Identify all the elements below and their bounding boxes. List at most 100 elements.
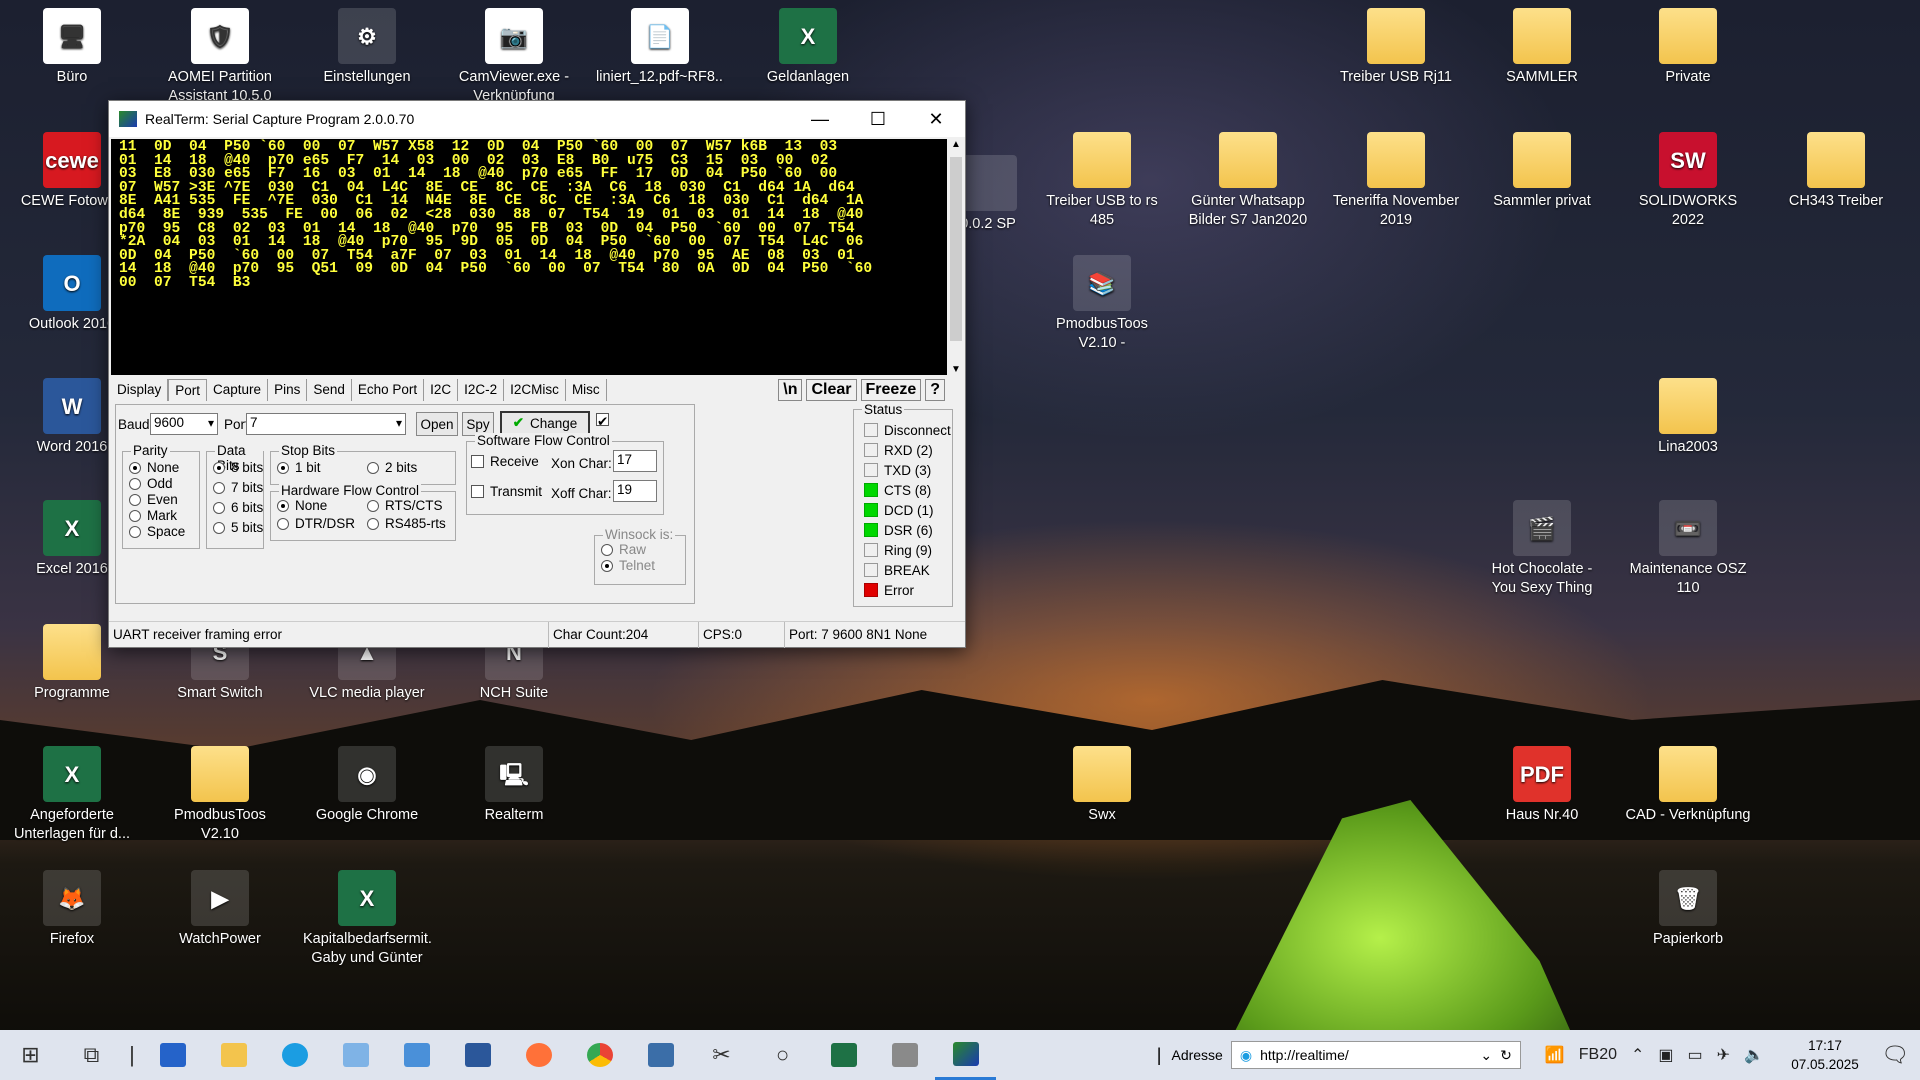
scrollbar-thumb[interactable] bbox=[950, 157, 962, 341]
change-button[interactable]: ✔ Change bbox=[500, 411, 590, 435]
tab-i2c[interactable]: I2C bbox=[424, 379, 459, 401]
chrome-icon[interactable] bbox=[569, 1030, 630, 1080]
airplane-icon[interactable]: ✈ bbox=[1717, 1045, 1730, 1065]
radio-databits-3[interactable]: 5 bits bbox=[213, 520, 263, 535]
radio-button[interactable] bbox=[129, 461, 141, 474]
address-input[interactable]: ◉ http://realtime/⌄ ↻ bbox=[1230, 1041, 1521, 1069]
control-panel-icon[interactable] bbox=[386, 1030, 447, 1080]
port-select[interactable]: 7 bbox=[246, 413, 406, 435]
desktop-icon[interactable]: Treiber USB Rj11 bbox=[1332, 8, 1460, 87]
radio-button[interactable] bbox=[367, 517, 379, 530]
radio-button[interactable] bbox=[277, 461, 289, 474]
radio-winsock-1[interactable]: Telnet bbox=[601, 558, 655, 573]
tab-port[interactable]: Port bbox=[168, 379, 208, 401]
radio-parity-0[interactable]: None bbox=[129, 460, 179, 475]
notifications-icon[interactable]: 🗨 bbox=[1870, 1030, 1920, 1080]
tab-i2cmisc[interactable]: I2CMisc bbox=[504, 379, 566, 401]
transmit-checkbox[interactable] bbox=[471, 485, 484, 498]
word-icon[interactable] bbox=[447, 1030, 508, 1080]
clock[interactable]: 17:17 07.05.2025 bbox=[1780, 1036, 1870, 1074]
snipping-icon[interactable]: ✂ bbox=[691, 1030, 752, 1080]
tab-display[interactable]: Display bbox=[111, 379, 169, 401]
radio-hwflow-2[interactable]: DTR/DSR bbox=[277, 516, 355, 531]
radio-button[interactable] bbox=[213, 461, 225, 474]
freeze-button[interactable]: Freeze bbox=[860, 379, 922, 401]
radio-button[interactable] bbox=[367, 499, 379, 512]
app-icon[interactable] bbox=[874, 1030, 935, 1080]
cortana-icon[interactable]: ○ bbox=[752, 1030, 813, 1080]
desktop-icon[interactable]: X Geldanlagen bbox=[744, 8, 872, 87]
clear-button[interactable]: Clear bbox=[806, 379, 857, 401]
tab-i2c-2[interactable]: I2C-2 bbox=[458, 379, 505, 401]
radio-databits-0[interactable]: 8 bits bbox=[213, 460, 263, 475]
tab-misc[interactable]: Misc bbox=[566, 379, 607, 401]
radio-button[interactable] bbox=[129, 493, 141, 506]
radio-button[interactable] bbox=[129, 525, 141, 538]
radio-parity-3[interactable]: Mark bbox=[129, 508, 177, 523]
battery-icon[interactable]: ▭ bbox=[1688, 1045, 1703, 1065]
desktop-icon[interactable]: ▶ WatchPower bbox=[156, 870, 284, 949]
edge-icon[interactable] bbox=[264, 1030, 325, 1080]
radio-button[interactable] bbox=[129, 477, 141, 490]
desktop-icon[interactable]: Teneriffa November 2019 bbox=[1332, 132, 1460, 230]
calculator-icon[interactable] bbox=[630, 1030, 691, 1080]
volume-icon[interactable]: 🔈 bbox=[1744, 1045, 1764, 1065]
desktop-icon[interactable]: Swx bbox=[1038, 746, 1166, 825]
minimize-button[interactable]: — bbox=[791, 101, 849, 137]
store-icon[interactable] bbox=[142, 1030, 203, 1080]
desktop-icon[interactable]: 🦊 Firefox bbox=[8, 870, 136, 949]
xon-input[interactable]: 17 bbox=[613, 450, 657, 472]
radio-button[interactable] bbox=[213, 501, 225, 514]
radio-hwflow-1[interactable]: RTS/CTS bbox=[367, 498, 443, 513]
desktop-icon[interactable]: Private bbox=[1624, 8, 1752, 87]
desktop-icon[interactable]: Lina2003 bbox=[1624, 378, 1752, 457]
desktop-icon[interactable]: 📷 CamViewer.exe - Verknüpfung bbox=[450, 8, 578, 106]
realterm-taskbar-icon[interactable] bbox=[935, 1030, 996, 1080]
desktop-icon[interactable]: 📚 PmodbusToos V2.10 - Verknüpfung bbox=[1038, 255, 1166, 353]
desktop-icon[interactable]: 🎬 Hot Chocolate - You Sexy Thing (1987) H… bbox=[1478, 500, 1606, 598]
desktop-icon[interactable]: 🖥 Büro bbox=[8, 8, 136, 87]
network-app-icon[interactable] bbox=[325, 1030, 386, 1080]
desktop-icon[interactable]: CAD - Verknüpfung bbox=[1624, 746, 1752, 825]
desktop-icon[interactable]: X Kapitalbedarfsermit... Gaby und Günter bbox=[303, 870, 431, 968]
scroll-up-icon[interactable]: ▲ bbox=[947, 139, 965, 150]
desktop-icon[interactable]: Günter Whatsapp Bilder S7 Jan2020 bbox=[1184, 132, 1312, 230]
desktop-icon[interactable]: SAMMLER bbox=[1478, 8, 1606, 87]
tab-capture[interactable]: Capture bbox=[207, 379, 269, 401]
radio-winsock-0[interactable]: Raw bbox=[601, 542, 646, 557]
desktop-icon[interactable]: CH343 Treiber bbox=[1772, 132, 1900, 211]
desktop-icon[interactable]: ◉ Google Chrome bbox=[303, 746, 431, 825]
desktop-icon[interactable]: 📼 Maintenance OSZ 110 bbox=[1624, 500, 1752, 598]
explorer-icon[interactable] bbox=[203, 1030, 264, 1080]
desktop-icon[interactable]: ⚙ Einstellungen bbox=[303, 8, 431, 87]
network-icon[interactable]: 📶 bbox=[1545, 1045, 1565, 1065]
scroll-down-icon[interactable]: ▼ bbox=[947, 364, 965, 375]
desktop-icon[interactable]: 📄 liniert_12.pdf~RF8... bbox=[596, 8, 724, 87]
radio-button[interactable] bbox=[367, 461, 379, 474]
excel-icon[interactable] bbox=[813, 1030, 874, 1080]
radio-button[interactable] bbox=[601, 543, 613, 556]
radio-button[interactable] bbox=[277, 499, 289, 512]
device-icon[interactable]: ▣ bbox=[1658, 1045, 1673, 1065]
radio-hwflow-0[interactable]: None bbox=[277, 498, 327, 513]
baud-select[interactable]: 9600 bbox=[150, 413, 218, 435]
open-button[interactable]: Open bbox=[416, 412, 458, 436]
terminal-scrollbar[interactable]: ▲ ▼ bbox=[947, 139, 965, 375]
radio-hwflow-3[interactable]: RS485-rts bbox=[367, 516, 446, 531]
desktop-icon[interactable]: Sammler privat bbox=[1478, 132, 1606, 211]
radio-parity-2[interactable]: Even bbox=[129, 492, 178, 507]
radio-button[interactable] bbox=[129, 509, 141, 522]
desktop-icon[interactable]: PDF Haus Nr.40 bbox=[1478, 746, 1606, 825]
radio-button[interactable] bbox=[277, 517, 289, 530]
maximize-button[interactable]: ☐ bbox=[849, 101, 907, 137]
radio-parity-1[interactable]: Odd bbox=[129, 476, 173, 491]
refresh-icon[interactable]: ↻ bbox=[1500, 1047, 1512, 1064]
radio-button[interactable] bbox=[213, 521, 225, 534]
radio-button[interactable] bbox=[213, 481, 225, 494]
tab-send[interactable]: Send bbox=[307, 379, 352, 401]
chevron-up-icon[interactable]: ⌃ bbox=[1631, 1045, 1644, 1065]
radio-stopbits-0[interactable]: 1 bit bbox=[277, 460, 321, 475]
task-view-icon[interactable]: ⧉ bbox=[61, 1030, 122, 1080]
desktop-icon[interactable]: 🗑 Papierkorb bbox=[1624, 870, 1752, 949]
terminal-output[interactable]: 11 0D 04 P50 `60 00 07 W57 X58 12 0D 04 … bbox=[111, 139, 947, 375]
